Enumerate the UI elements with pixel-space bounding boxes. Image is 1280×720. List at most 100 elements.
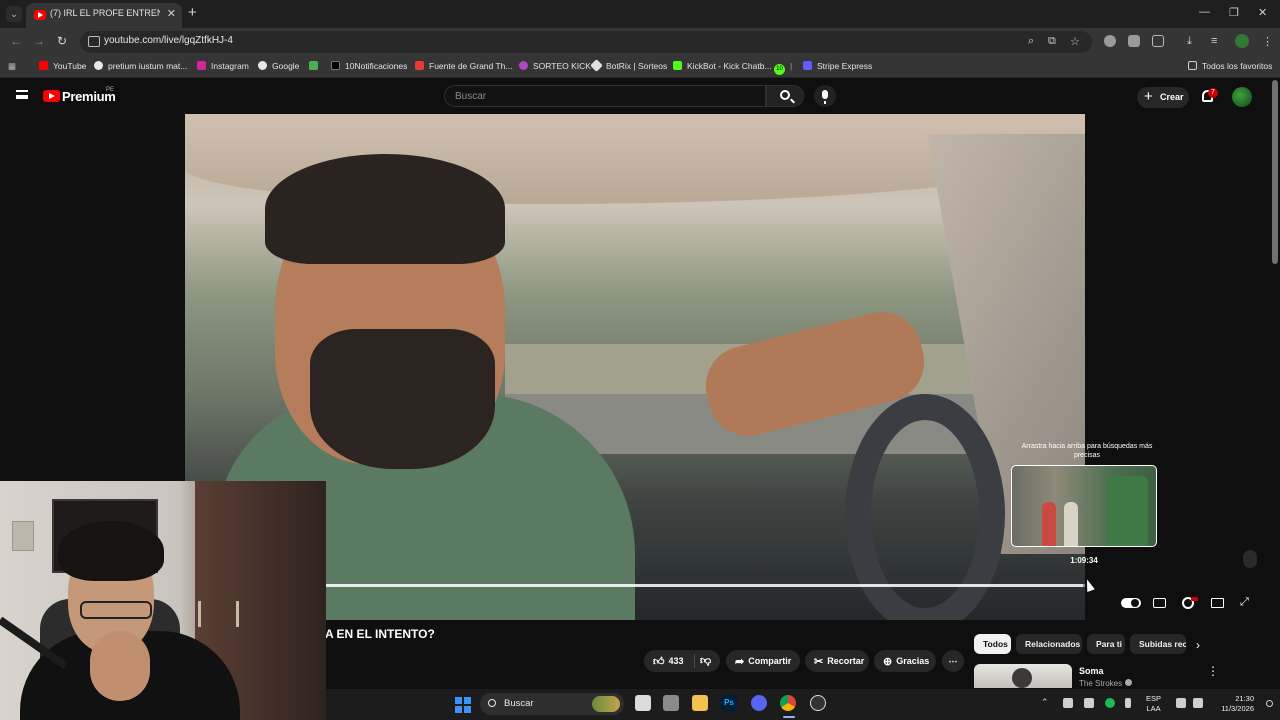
bookmark-notificaciones[interactable]: 10Notificaciones [331,61,407,71]
stripe-icon [803,61,812,70]
hd-badge [1191,597,1198,601]
task-view-icon[interactable] [635,695,651,711]
bookmark-sorteo-kick[interactable]: SORTEO KICK [519,61,591,71]
downloads-icon[interactable]: ⤓ [1187,35,1192,48]
volume-icon[interactable] [1193,698,1203,708]
browser-tab[interactable]: (7) IRL EL PROFE ENTRENA CON ✕ [26,3,182,28]
restore-window-button[interactable]: ❐ [1229,6,1239,19]
thanks-button[interactable]: ⊕ Gracias [874,650,936,672]
youtube-icon [39,61,48,70]
subtitles-icon[interactable] [1153,598,1166,608]
youtube-logo-icon[interactable] [43,90,60,102]
all-bookmarks-folder[interactable]: Todos los favoritos [1188,61,1272,71]
x-icon [331,61,340,70]
recommendation-thumbnail[interactable] [974,664,1072,688]
taskbar-search-label: Buscar [504,698,534,709]
tray-app-icon[interactable] [1084,698,1094,708]
zoom-icon[interactable]: ⌕ [1028,35,1034,48]
forward-button[interactable]: → [33,34,45,48]
language-indicator[interactable]: ESP LAA [1146,694,1161,714]
cast-icon[interactable]: ⧉ [1048,35,1056,48]
more-actions-button[interactable]: ⋯ [942,650,964,672]
taskbar-app-icon[interactable] [663,695,679,711]
obs-icon[interactable] [810,695,826,711]
like-count[interactable]: 433 [669,656,684,666]
chip-todos[interactable]: Todos [974,634,1011,654]
bookmark-extension[interactable] [309,61,323,71]
voice-search-button[interactable] [814,85,836,107]
bookmark-pretium[interactable]: pretium iustum mat... [94,61,187,71]
clip-button[interactable]: ✂ Recortar [805,650,869,672]
network-icon[interactable] [1176,698,1186,708]
search-button[interactable] [766,85,804,107]
browser-menu-icon[interactable]: ⋮ [1262,35,1273,48]
file-explorer-icon[interactable] [692,695,708,711]
kick-icon [519,61,528,70]
bookmark-youtube[interactable]: YouTube [39,61,86,71]
bookmark-google[interactable]: Google [258,61,299,71]
scrub-hint: Arrastra hacia arriba para búsquedas más… [1021,443,1153,459]
menu-icon[interactable] [16,90,28,99]
autoplay-toggle[interactable] [1121,598,1141,608]
tab-search-button[interactable]: ⌄ [6,6,22,22]
miniplayer-icon[interactable] [1211,598,1224,608]
webcam-person-glasses [80,601,152,619]
chrome-icon[interactable] [780,695,796,711]
create-button[interactable]: + Crear [1137,87,1189,108]
kickbot-icon [673,61,682,70]
bookmark-stripe[interactable]: Stripe Express [803,61,872,71]
thumbs-down-icon[interactable]: 👎︎ [700,650,711,672]
chip-relacionados[interactable]: Relacionados [1016,634,1082,654]
chip-para-ti[interactable]: Para ti [1087,634,1125,654]
bookmark-grand-theft[interactable]: Fuente de Grand Th... [415,61,512,71]
plus-icon: + [1144,88,1153,105]
windows-start-icon[interactable] [455,697,471,713]
tray-expand-icon[interactable]: ⌃ [1041,697,1051,707]
thumbs-up-icon[interactable]: 👍︎ [653,651,665,673]
discord-icon[interactable] [751,695,767,711]
extension-icon[interactable] [1128,35,1140,47]
side-panel-toggle[interactable] [1243,550,1257,568]
recommendation-menu-icon[interactable]: ⋮ [1207,664,1219,678]
bookmark-botrix[interactable]: BotRix | Sorteos [590,59,667,72]
recommendation-channel[interactable]: The Strokes [1079,679,1133,688]
tab-title: (7) IRL EL PROFE ENTRENA CON [50,8,160,18]
close-window-button[interactable]: ✕ [1258,6,1267,19]
search-input[interactable]: Buscar [444,85,766,107]
divider [694,654,695,668]
tray-app-icon[interactable] [1063,698,1073,708]
bookmark-star-icon[interactable]: ☆ [1070,35,1080,48]
notification-center-icon[interactable] [1266,700,1273,707]
microphone-icon[interactable] [1125,698,1131,708]
bookmark-badge[interactable]: 10 | [774,61,792,75]
apps-grid-icon[interactable]: ▦ [8,61,16,72]
reload-button[interactable]: ↻ [57,34,67,48]
system-clock[interactable]: 21:30 11/3/2026 [1210,694,1254,714]
address-bar[interactable]: youtube.com/live/lgqZtfkHJ-4 ⌕ ⧉ ☆ [80,31,1092,53]
youtube-header: Premium PE Buscar + Crear 7 [0,79,1270,114]
active-app-indicator [783,716,795,718]
site-info-icon[interactable] [88,36,100,47]
tray-app-icon[interactable] [1105,698,1115,708]
bookmark-kickbot[interactable]: KickBot - Kick Chatb... [673,61,772,71]
extensions-puzzle-icon[interactable] [1152,35,1164,47]
close-tab-icon[interactable]: ✕ [167,7,176,20]
folder-icon [1188,61,1197,70]
chip-subidas-recientes[interactable]: Subidas rec [1130,634,1186,654]
photoshop-icon[interactable]: Ps [721,695,737,711]
fullscreen-icon[interactable]: ⤢ [1240,596,1249,609]
taskbar-search[interactable]: Buscar [480,693,624,715]
share-button[interactable]: ➦ Compartir [726,650,800,672]
media-controls-icon[interactable]: ≡ [1211,35,1217,47]
extension-icon[interactable] [1104,35,1116,47]
bookmark-instagram[interactable]: Instagram [197,61,249,71]
chevron-right-icon[interactable]: › [1196,638,1200,652]
page-scrollbar[interactable] [1272,80,1278,264]
back-button[interactable]: ← [10,34,22,48]
new-tab-button[interactable]: + [188,4,197,21]
recommendation-title[interactable]: Soma [1079,666,1104,676]
minimize-window-button[interactable]: — [1199,6,1210,18]
avatar[interactable] [1232,87,1252,107]
profile-avatar[interactable] [1235,34,1249,48]
url-text: youtube.com/live/lgqZtfkHJ-4 [104,35,233,46]
